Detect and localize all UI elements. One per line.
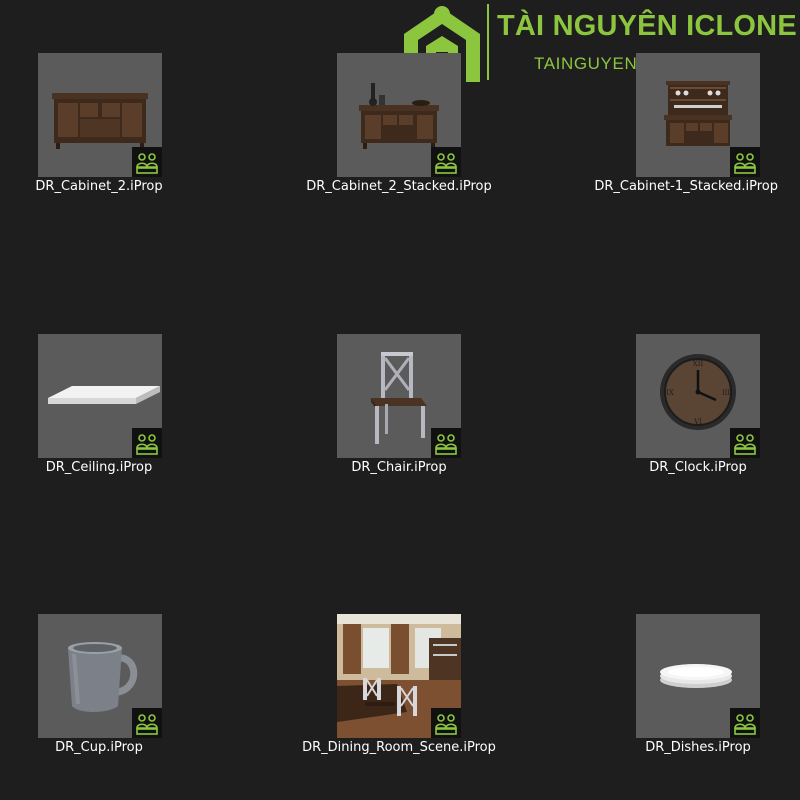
- file-name: DR_Cabinet_2.iProp: [35, 179, 163, 194]
- iprop-group-icon: [431, 708, 461, 738]
- file-name: DR_Cabinet_2_Stacked.iProp: [306, 179, 492, 194]
- iprop-group-icon: [730, 708, 760, 738]
- iprop-group-icon: [132, 708, 162, 738]
- file-thumbnail[interactable]: [337, 614, 461, 738]
- watermark-title: TÀI NGUYÊN ICLONE: [497, 10, 797, 42]
- file-name: DR_Dining_Room_Scene.iProp: [302, 740, 496, 755]
- file-name: DR_Cup.iProp: [55, 740, 143, 755]
- svg-text:IX: IX: [666, 389, 674, 397]
- iprop-group-icon: [431, 147, 461, 177]
- file-name: DR_Cabinet-1_Stacked.iProp: [594, 179, 778, 194]
- file-thumbnail[interactable]: [636, 53, 760, 177]
- iprop-group-icon: [132, 147, 162, 177]
- file-name: DR_Ceiling.iProp: [45, 460, 153, 475]
- file-browser-grid: TÀI NGUYÊN ICLONE TAINGUYENICLONE.COM: [0, 0, 800, 800]
- file-name: DR_Clock.iProp: [649, 460, 747, 475]
- file-name: DR_Dishes.iProp: [645, 740, 751, 755]
- svg-text:VI: VI: [693, 418, 702, 426]
- file-thumbnail[interactable]: [337, 334, 461, 458]
- file-thumbnail[interactable]: [38, 53, 162, 177]
- file-name: DR_Chair.iProp: [351, 460, 447, 475]
- iprop-group-icon: [730, 147, 760, 177]
- iprop-group-icon: [730, 428, 760, 458]
- file-thumbnail[interactable]: [337, 53, 461, 177]
- file-thumbnail[interactable]: [38, 334, 162, 458]
- file-thumbnail[interactable]: XII III VI IX: [636, 334, 760, 458]
- iprop-group-icon: [132, 428, 162, 458]
- watermark-divider: [487, 4, 489, 80]
- file-thumbnail[interactable]: [636, 614, 760, 738]
- svg-text:XII: XII: [693, 360, 704, 368]
- iprop-group-icon: [431, 428, 461, 458]
- svg-text:III: III: [722, 389, 731, 397]
- file-thumbnail[interactable]: [38, 614, 162, 738]
